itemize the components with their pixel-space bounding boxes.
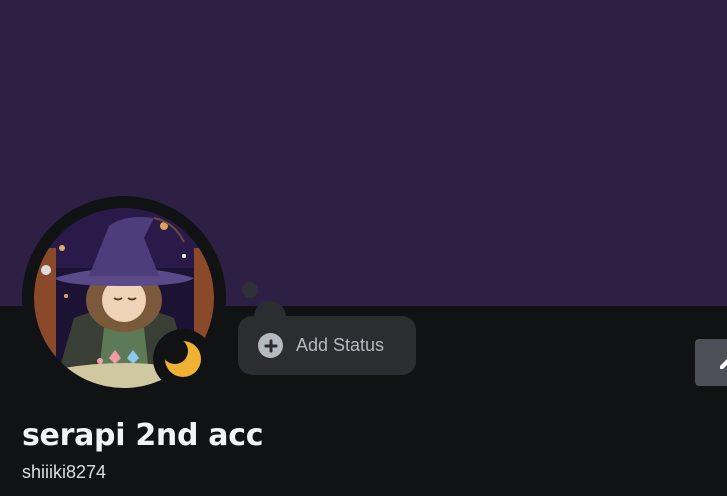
add-status-label: Add Status [296,335,385,355]
crescent-moon-icon [163,339,201,377]
thought-bubble-dot-small [242,282,258,298]
pencil-icon [720,359,727,369]
display-name: serapi 2nd acc [22,418,264,453]
add-status-button[interactable]: Add Status [238,316,416,375]
edit-profile-button[interactable] [695,339,727,386]
plus-circle-icon [258,333,283,358]
username: shiiiki8274 [22,462,107,482]
